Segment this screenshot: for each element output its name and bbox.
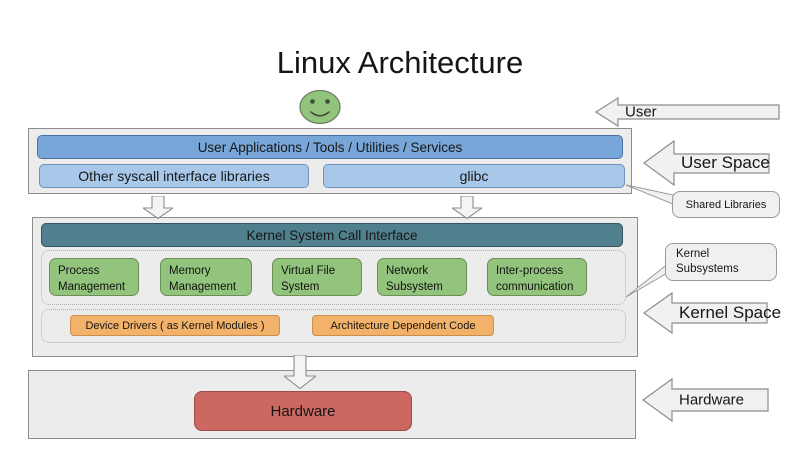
page-title: Linux Architecture xyxy=(0,46,800,80)
down-arrow-syscall-left xyxy=(143,196,173,219)
kernel-space-panel: Kernel System Call Interface Process Man… xyxy=(32,217,638,357)
subsystem-box-process-management: Process Management xyxy=(49,258,139,296)
hardware-arrow: Hardware xyxy=(642,377,770,423)
linux-architecture-diagram: Linux Architecture User User Application… xyxy=(0,0,800,452)
kernel-space-arrow-label: Kernel Space xyxy=(679,303,781,323)
other-syscall-libraries-box: Other syscall interface libraries xyxy=(39,164,309,188)
user-arrow: User xyxy=(595,97,781,127)
user-applications-bar: User Applications / Tools / Utilities / … xyxy=(37,135,623,159)
glibc-box: glibc xyxy=(323,164,625,188)
user-space-arrow: User Space xyxy=(643,140,771,186)
user-space-arrow-label: User Space xyxy=(681,153,770,173)
hardware-panel: Hardware xyxy=(28,370,636,439)
device-drivers-box: Device Drivers ( as Kernel Modules ) xyxy=(70,315,280,336)
down-arrow-syscall-right xyxy=(452,196,482,219)
user-space-panel: User Applications / Tools / Utilities / … xyxy=(28,128,632,194)
subsystem-box-network-subsystem: Network Subsystem xyxy=(377,258,467,296)
subsystem-box-virtual-file-system: Virtual File System xyxy=(272,258,362,296)
kernel-subsystems-region: Process Management Memory Management Vir… xyxy=(41,250,626,305)
subsystem-box-memory-management: Memory Management xyxy=(160,258,252,296)
architecture-dependent-code-box: Architecture Dependent Code xyxy=(312,315,494,336)
shared-libraries-callout: Shared Libraries xyxy=(672,191,780,218)
kernel-syscall-interface-bar: Kernel System Call Interface xyxy=(41,223,623,247)
smiley-face-icon xyxy=(298,88,342,126)
hardware-arrow-label: Hardware xyxy=(679,392,744,409)
subsystem-box-interprocess-communication: Inter-process communication xyxy=(487,258,587,296)
kernel-subsystems-callout: Kernel Subsystems xyxy=(665,243,777,281)
kernel-modules-region: Device Drivers ( as Kernel Modules ) Arc… xyxy=(41,309,626,343)
kernel-space-arrow: Kernel Space xyxy=(643,292,769,334)
down-arrow-hardware xyxy=(284,355,316,389)
hardware-box: Hardware xyxy=(194,391,412,431)
user-arrow-label: User xyxy=(625,104,657,121)
